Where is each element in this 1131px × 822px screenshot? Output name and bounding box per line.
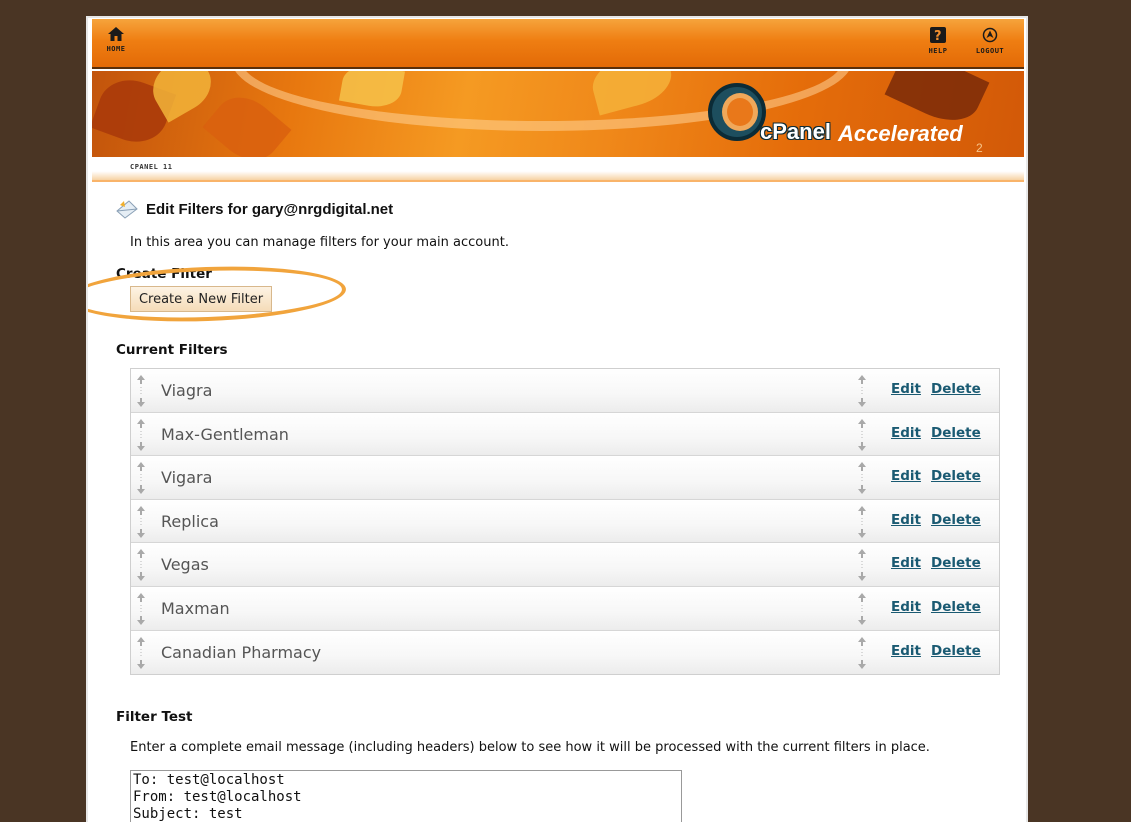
- drag-handle-icon[interactable]: [857, 592, 867, 626]
- create-new-filter-button[interactable]: Create a New Filter: [130, 286, 272, 312]
- filter-name: Maxman: [161, 598, 230, 618]
- drag-handle-icon[interactable]: [857, 461, 867, 495]
- drag-handle-icon[interactable]: [136, 461, 146, 495]
- filter-name: Viagra: [161, 381, 213, 400]
- delete-filter-link[interactable]: Delete: [931, 599, 981, 615]
- mail-filter-icon: [116, 200, 138, 219]
- filter-row: Viagra Edit Delete: [131, 369, 999, 413]
- drag-handle-icon[interactable]: [857, 374, 867, 408]
- delete-filter-link[interactable]: Delete: [931, 468, 981, 484]
- filter-list: Viagra Edit Delete Max-Gentleman Edit Delete V…: [130, 368, 1000, 676]
- current-filters-heading: Current Filters: [116, 342, 228, 358]
- drag-handle-icon[interactable]: [136, 418, 146, 452]
- cpanel-logo-text: cPanel: [760, 119, 831, 144]
- drag-handle-icon[interactable]: [857, 505, 867, 539]
- top-nav-bar: HOME ? HELP LOGOUT: [92, 19, 1024, 69]
- logout-label: LOGOUT: [975, 47, 1005, 55]
- drag-handle-icon[interactable]: [136, 548, 146, 582]
- drag-handle-icon[interactable]: [857, 636, 867, 670]
- delete-filter-link[interactable]: Delete: [931, 643, 981, 659]
- filter-row: Replica Edit Delete: [131, 499, 999, 544]
- logout-icon: [982, 27, 998, 43]
- filter-test-heading: Filter Test: [116, 709, 193, 725]
- filter-row: Maxman Edit Delete: [131, 586, 999, 631]
- filter-row: Vegas Edit Delete: [131, 543, 999, 587]
- delete-filter-link[interactable]: Delete: [931, 381, 981, 397]
- version-label: CPANEL 11: [130, 163, 173, 171]
- delete-filter-link[interactable]: Delete: [931, 512, 981, 528]
- filter-name: Max-Gentleman: [161, 424, 289, 444]
- filter-name: Replica: [161, 511, 219, 531]
- edit-filter-link[interactable]: Edit: [891, 599, 921, 615]
- home-label: HOME: [106, 45, 126, 53]
- version-bar: CPANEL 11: [92, 158, 1024, 182]
- drag-handle-icon[interactable]: [136, 505, 146, 539]
- edit-filter-link[interactable]: Edit: [891, 643, 921, 659]
- intro-text: In this area you can manage filters for …: [130, 235, 509, 250]
- help-button[interactable]: ? HELP: [924, 27, 952, 55]
- drag-handle-icon[interactable]: [136, 592, 146, 626]
- cpanel-banner: cPanel Accelerated 2: [92, 71, 1024, 157]
- filter-row: Vigara Edit Delete: [131, 456, 999, 500]
- filter-test-description: Enter a complete email message (includin…: [130, 740, 930, 755]
- delete-filter-link[interactable]: Delete: [931, 425, 981, 441]
- svg-text:?: ?: [934, 29, 942, 43]
- edit-filter-link[interactable]: Edit: [891, 381, 921, 397]
- edit-filter-link[interactable]: Edit: [891, 425, 921, 441]
- cpanel-page: HOME ? HELP LOGOUT cPanel Accelerated 2 …: [86, 16, 1028, 822]
- drag-handle-icon[interactable]: [136, 636, 146, 670]
- test-message-textarea[interactable]: [130, 770, 682, 822]
- filter-row: Max-Gentleman Edit Delete: [131, 412, 999, 457]
- edit-filter-link[interactable]: Edit: [891, 512, 921, 528]
- filter-name: Canadian Pharmacy: [161, 642, 322, 662]
- page-title: Edit Filters for gary@nrgdigital.net: [146, 201, 394, 218]
- help-label: HELP: [928, 47, 948, 55]
- home-button[interactable]: HOME: [102, 27, 130, 53]
- home-icon: [108, 27, 124, 41]
- edit-filter-link[interactable]: Edit: [891, 555, 921, 571]
- drag-handle-icon[interactable]: [136, 374, 146, 408]
- filter-row: Canadian Pharmacy Edit Delete: [131, 630, 999, 675]
- cpanel-logo-inner: [722, 93, 758, 131]
- filter-name: Vegas: [161, 555, 209, 575]
- cpanel-logo-subtitle: Accelerated: [838, 121, 963, 146]
- filter-name: Vigara: [161, 468, 213, 488]
- drag-handle-icon[interactable]: [857, 548, 867, 582]
- logout-button[interactable]: LOGOUT: [970, 27, 1010, 55]
- delete-filter-link[interactable]: Delete: [931, 555, 981, 571]
- cpanel-logo-version: 2: [976, 141, 983, 155]
- drag-handle-icon[interactable]: [857, 418, 867, 452]
- edit-filter-link[interactable]: Edit: [891, 468, 921, 484]
- help-icon: ?: [930, 27, 946, 43]
